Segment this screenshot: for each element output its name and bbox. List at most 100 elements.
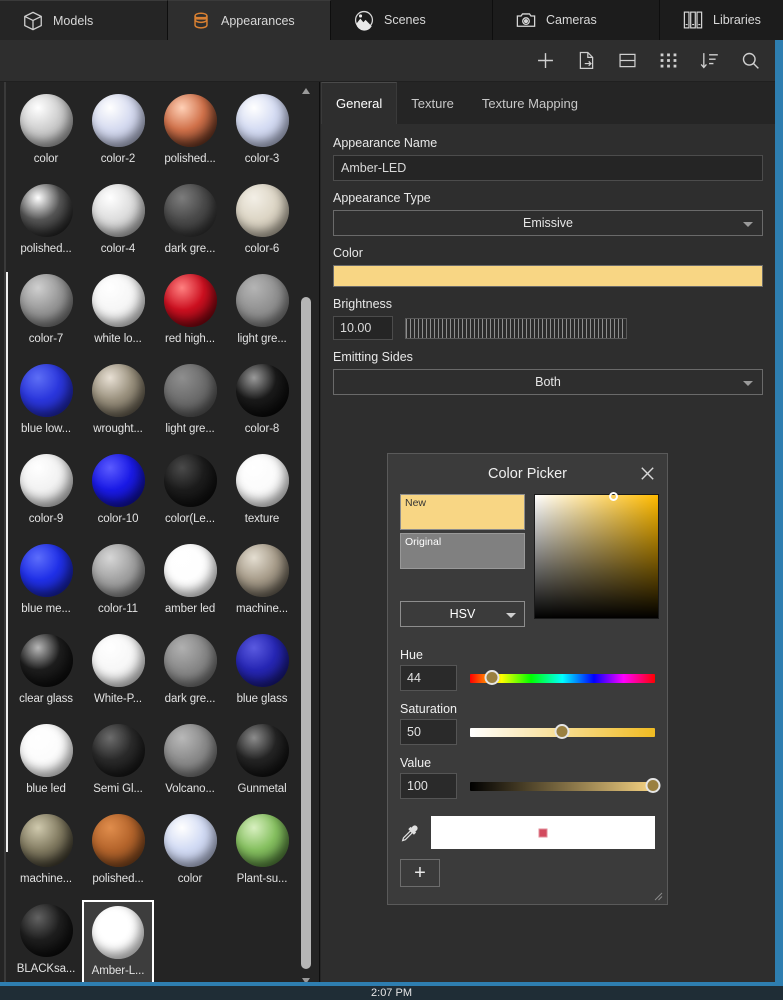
value-slider[interactable]: [469, 777, 661, 793]
appearance-item[interactable]: texture: [226, 450, 298, 540]
appearance-item[interactable]: white lo...: [82, 270, 154, 360]
color-swatch-strip[interactable]: [431, 816, 655, 849]
sort-icon[interactable]: [699, 50, 720, 71]
appearance-item[interactable]: Gunmetal: [226, 720, 298, 810]
appearance-item[interactable]: red high...: [154, 270, 226, 360]
appearance-item-label: white lo...: [94, 333, 142, 345]
appearance-item-label: polished...: [20, 243, 72, 255]
tab-scenes[interactable]: Scenes: [331, 0, 493, 40]
appearance-item[interactable]: blue glass: [226, 630, 298, 720]
appearance-sphere-preview: [163, 274, 217, 327]
tab-general[interactable]: General: [321, 82, 398, 124]
saturation-input[interactable]: 50: [400, 719, 457, 745]
appearance-item[interactable]: polished...: [82, 810, 154, 900]
plus-icon[interactable]: [535, 50, 556, 71]
value-input[interactable]: 100: [400, 773, 457, 799]
scrollbar-thumb[interactable]: [301, 297, 311, 969]
appearance-item[interactable]: color-8: [226, 360, 298, 450]
color-mode-select[interactable]: HSV: [400, 601, 525, 627]
appearance-item-label: color-6: [244, 243, 280, 255]
appearance-item[interactable]: color: [154, 810, 226, 900]
appearance-sphere-preview: [19, 544, 73, 597]
appearance-item[interactable]: Volcano...: [154, 720, 226, 810]
value-slider-knob[interactable]: [645, 777, 661, 793]
saturation-slider[interactable]: [469, 723, 655, 739]
appearance-item[interactable]: blue low...: [10, 360, 82, 450]
original-color-label: Original: [405, 536, 442, 548]
appearance-name-input[interactable]: Amber-LED: [333, 155, 763, 181]
tab-models[interactable]: Models: [0, 0, 168, 40]
brightness-input[interactable]: 10.00: [333, 316, 393, 340]
taskbar: 2:07 PM: [0, 986, 783, 1000]
appearance-item[interactable]: color-2: [82, 90, 154, 180]
tab-cameras[interactable]: Cameras: [493, 0, 660, 40]
appearance-library-panel: color color-2 polished... color-3 polished..…: [0, 82, 320, 990]
appearance-item-label: color-8: [244, 423, 280, 435]
appearance-item[interactable]: wrought...: [82, 360, 154, 450]
appearance-item[interactable]: light gre...: [154, 360, 226, 450]
appearance-item[interactable]: color-10: [82, 450, 154, 540]
appearance-item[interactable]: polished...: [154, 90, 226, 180]
appearance-item[interactable]: light gre...: [226, 270, 298, 360]
appearance-sphere-preview: [91, 184, 145, 237]
appearance-item[interactable]: Plant-su...: [226, 810, 298, 900]
brightness-value: 10.00: [340, 321, 372, 335]
appearance-item[interactable]: Semi Gl...: [82, 720, 154, 810]
tab-libraries[interactable]: Libraries: [660, 0, 783, 40]
appearance-type-select[interactable]: Emissive: [333, 210, 763, 236]
appearance-item[interactable]: color-7: [10, 270, 82, 360]
brightness-slider[interactable]: [405, 317, 627, 339]
appearance-item-label: color-11: [98, 603, 138, 615]
eyedropper-icon[interactable]: [400, 822, 420, 844]
appearance-item[interactable]: clear glass: [10, 630, 82, 720]
tab-appearances[interactable]: Appearances: [168, 0, 331, 40]
appearance-item[interactable]: color-3: [226, 90, 298, 180]
emitting-sides-select[interactable]: Both: [333, 369, 763, 395]
appearance-sphere-preview: [19, 364, 73, 417]
original-color-swatch[interactable]: Original: [400, 533, 525, 569]
sv-cursor[interactable]: [609, 492, 618, 501]
tab-texture[interactable]: Texture: [397, 82, 468, 124]
color-swatch-button[interactable]: [333, 265, 763, 287]
appearance-item[interactable]: machine...: [10, 810, 82, 900]
appearance-item[interactable]: amber led: [154, 540, 226, 630]
tab-texture-mapping[interactable]: Texture Mapping: [468, 82, 592, 124]
search-icon[interactable]: [740, 50, 761, 71]
hue-input[interactable]: 44: [400, 665, 457, 691]
grid-view-icon[interactable]: [658, 50, 679, 71]
add-swatch-button[interactable]: +: [400, 859, 440, 887]
appearance-item[interactable]: White-P...: [82, 630, 154, 720]
appearance-item[interactable]: color(Le...: [154, 450, 226, 540]
appearance-item-selected[interactable]: Amber-L...: [82, 900, 154, 990]
appearance-item[interactable]: BLACKsa...: [10, 900, 82, 990]
appearance-item[interactable]: machine...: [226, 540, 298, 630]
appearance-item[interactable]: color-4: [82, 180, 154, 270]
appearance-item-label: blue led: [26, 783, 66, 795]
saturation-value-box[interactable]: [534, 492, 659, 619]
scroll-up-icon[interactable]: [301, 86, 311, 96]
saturation-slider-knob[interactable]: [554, 723, 570, 739]
appearance-item[interactable]: dark gre...: [154, 630, 226, 720]
appearance-item[interactable]: color-6: [226, 180, 298, 270]
appearance-item[interactable]: color: [10, 90, 82, 180]
appearance-sphere-preview: [235, 184, 289, 237]
appearance-item[interactable]: blue led: [10, 720, 82, 810]
close-icon[interactable]: [638, 464, 657, 483]
color-label: Color: [333, 246, 363, 260]
appearance-item-label: Amber-L...: [91, 965, 145, 977]
appearance-item[interactable]: color-11: [82, 540, 154, 630]
hue-slider[interactable]: [469, 669, 655, 685]
appearance-item[interactable]: blue me...: [10, 540, 82, 630]
appearance-item-label: blue me...: [21, 603, 71, 615]
library-scrollbar[interactable]: [299, 82, 313, 990]
appearance-item[interactable]: dark gre...: [154, 180, 226, 270]
appearance-item-label: machine...: [19, 873, 73, 885]
appearance-item[interactable]: color-9: [10, 450, 82, 540]
appearance-item-label: color-3: [244, 153, 280, 165]
hue-slider-knob[interactable]: [484, 669, 500, 685]
new-color-swatch[interactable]: New: [400, 494, 525, 530]
export-icon[interactable]: [576, 50, 597, 71]
list-view-icon[interactable]: [617, 50, 638, 71]
resize-grip-icon[interactable]: [652, 890, 663, 901]
appearance-item[interactable]: polished...: [10, 180, 82, 270]
